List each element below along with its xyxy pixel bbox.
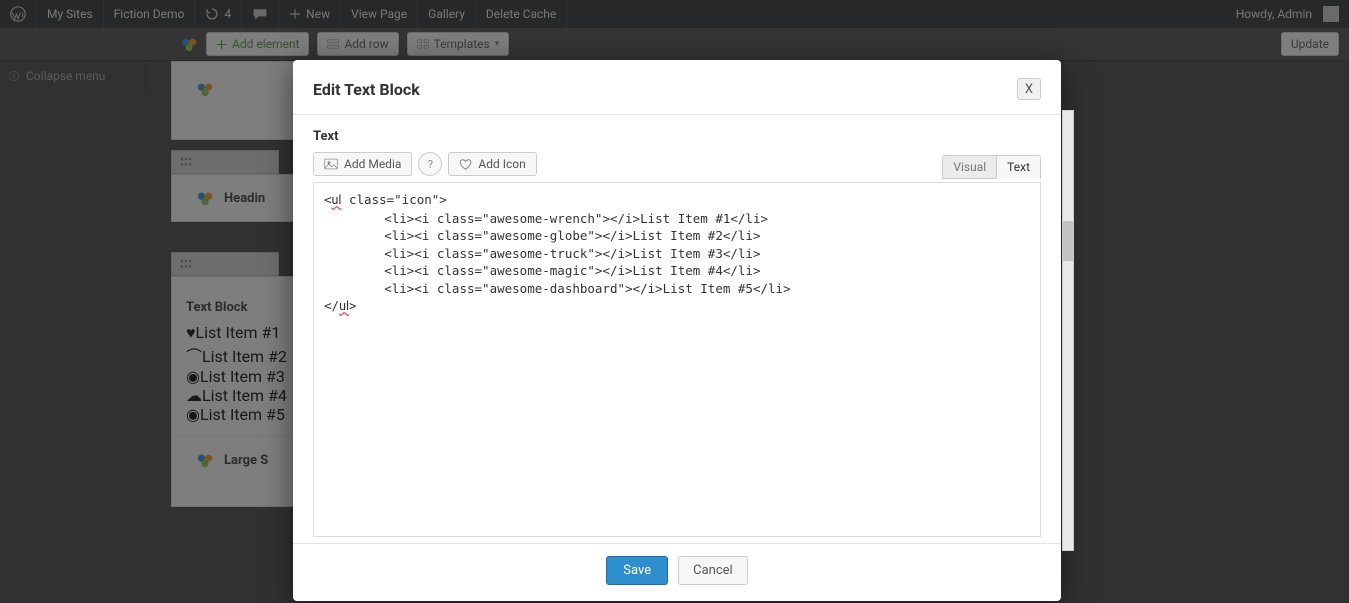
question-icon: ? xyxy=(428,158,433,171)
heart-outline-icon xyxy=(459,158,472,170)
modal-body: Text Add Media ? Add Icon Visual Text <u… xyxy=(293,115,1061,543)
field-label-text: Text xyxy=(313,129,1041,144)
add-icon-button[interactable]: Add Icon xyxy=(448,152,536,176)
modal-scrollbar[interactable] xyxy=(1062,110,1074,551)
save-button[interactable]: Save xyxy=(606,556,668,585)
tab-visual[interactable]: Visual xyxy=(942,155,996,179)
code-textarea[interactable]: <ul class="icon"> <li><i class="awesome-… xyxy=(313,182,1041,537)
modal-footer: Save Cancel xyxy=(293,543,1061,601)
scrollbar-thumb[interactable] xyxy=(1063,221,1073,261)
help-button[interactable]: ? xyxy=(418,152,442,176)
media-icon xyxy=(324,158,338,170)
modal-header: Edit Text Block X xyxy=(293,60,1061,115)
add-icon-label: Add Icon xyxy=(478,157,525,171)
modal-title: Edit Text Block xyxy=(313,80,420,99)
add-media-label: Add Media xyxy=(344,157,401,171)
editor-tabs: Visual Text xyxy=(942,155,1041,179)
add-media-button[interactable]: Add Media xyxy=(313,152,412,176)
edit-text-block-modal: Edit Text Block X Text Add Media ? Add I… xyxy=(293,60,1061,601)
close-button[interactable]: X xyxy=(1017,78,1041,100)
cancel-button[interactable]: Cancel xyxy=(678,556,748,585)
tab-text[interactable]: Text xyxy=(996,155,1041,179)
